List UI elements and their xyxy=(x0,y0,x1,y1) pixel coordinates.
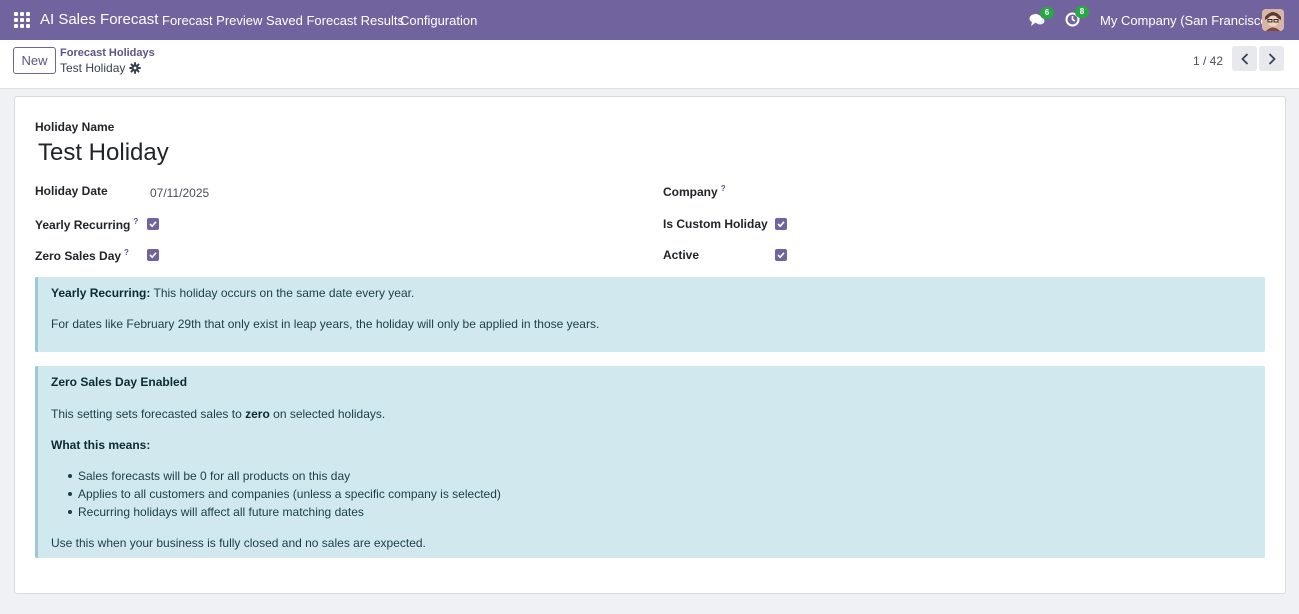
messages-button[interactable]: 6 xyxy=(1029,7,1054,27)
zero-sales-alert-text-before: This setting sets forecasted sales to xyxy=(51,407,242,421)
pager-previous-button[interactable] xyxy=(1232,46,1257,71)
check-icon xyxy=(777,221,785,228)
company-help-icon[interactable]: ? xyxy=(721,184,726,193)
active-checkbox[interactable] xyxy=(775,249,787,261)
company-field[interactable] xyxy=(775,186,1175,202)
zero-sales-day-label-text: Zero Sales Day xyxy=(35,249,122,263)
holiday-name-field[interactable]: Test Holiday xyxy=(38,139,169,167)
check-icon xyxy=(777,252,785,259)
yearly-recurring-label: Yearly Recurring? xyxy=(35,217,138,232)
list-item: Sales forecasts will be 0 for all produc… xyxy=(78,469,351,483)
breadcrumb-current: Test Holiday xyxy=(60,61,126,75)
breadcrumb-parent[interactable]: Forecast Holidays xyxy=(60,47,155,59)
zero-sales-alert-means-title: What this means: xyxy=(51,438,151,452)
zero-sales-day-help-icon[interactable]: ? xyxy=(124,248,129,257)
active-label: Active xyxy=(663,248,700,262)
chevron-right-icon xyxy=(1268,52,1276,65)
new-button[interactable]: New xyxy=(13,47,56,74)
zero-sales-alert-text-bold: zero xyxy=(245,407,270,421)
menu-forecast-preview[interactable]: Forecast Preview xyxy=(162,13,262,28)
control-panel: New Forecast Holidays Test Holiday 1 / 4… xyxy=(0,40,1299,89)
zero-sales-alert-footer: Use this when your business is fully clo… xyxy=(51,536,426,550)
list-item: Applies to all customers and companies (… xyxy=(78,487,501,501)
list-item: Recurring holidays will affect all futur… xyxy=(78,505,364,519)
yearly-recurring-alert: Yearly Recurring: This holiday occurs on… xyxy=(35,277,1265,352)
user-avatar-icon xyxy=(1262,9,1284,31)
company-label-text: Company xyxy=(663,185,718,199)
pager-value[interactable]: 1 / 42 xyxy=(1193,54,1223,68)
zero-sales-day-alert: Zero Sales Day Enabled This setting sets… xyxy=(35,366,1265,558)
yearly-recurring-alert-title: Yearly Recurring: xyxy=(51,286,151,300)
yearly-recurring-label-text: Yearly Recurring xyxy=(35,218,131,232)
zero-sales-alert-text-after: on selected holidays. xyxy=(273,407,386,421)
menu-saved-forecast-results[interactable]: Saved Forecast Results xyxy=(266,13,404,28)
check-icon xyxy=(149,221,157,228)
yearly-recurring-alert-body: This holiday occurs on the same date eve… xyxy=(153,286,415,300)
menu-configuration[interactable]: Configuration xyxy=(400,13,477,28)
app-brand[interactable]: AI Sales Forecast xyxy=(40,11,158,28)
check-icon xyxy=(149,252,157,259)
activities-button[interactable]: 8 xyxy=(1065,6,1089,27)
gear-icon[interactable] xyxy=(129,62,141,74)
bullet-dot xyxy=(68,474,72,478)
holiday-date-field[interactable]: 07/11/2025 xyxy=(150,186,209,200)
is-custom-holiday-label: Is Custom Holiday xyxy=(663,217,768,231)
zero-sales-alert-description: This setting sets forecasted sales to ze… xyxy=(51,407,385,421)
holiday-name-label: Holiday Name xyxy=(35,120,115,134)
bullet-dot xyxy=(68,492,72,496)
company-label: Company? xyxy=(663,184,726,199)
zero-sales-day-label: Zero Sales Day? xyxy=(35,248,129,263)
holiday-date-label: Holiday Date xyxy=(35,184,108,198)
form-sheet: Holiday Name Test Holiday Holiday Date 0… xyxy=(14,96,1286,594)
zero-sales-day-checkbox[interactable] xyxy=(147,249,159,261)
zero-sales-alert-title: Zero Sales Day Enabled xyxy=(51,375,188,389)
activities-count-badge: 8 xyxy=(1075,6,1089,18)
chevron-left-icon xyxy=(1240,52,1248,65)
apps-grid-icon[interactable] xyxy=(14,12,30,28)
bullet-dot xyxy=(68,510,72,514)
pager-next-button[interactable] xyxy=(1259,46,1284,71)
yearly-recurring-help-icon[interactable]: ? xyxy=(133,217,138,226)
is-custom-holiday-checkbox[interactable] xyxy=(775,218,787,230)
yearly-recurring-alert-text: Yearly Recurring: This holiday occurs on… xyxy=(51,286,414,300)
messages-count-badge: 6 xyxy=(1040,7,1054,19)
user-avatar[interactable] xyxy=(1262,9,1284,31)
yearly-recurring-checkbox[interactable] xyxy=(147,218,159,230)
yearly-recurring-alert-note: For dates like February 29th that only e… xyxy=(51,317,600,331)
company-switcher[interactable]: My Company (San Francisco) xyxy=(1100,13,1272,28)
top-navbar: AI Sales Forecast Forecast Preview Saved… xyxy=(0,0,1299,40)
